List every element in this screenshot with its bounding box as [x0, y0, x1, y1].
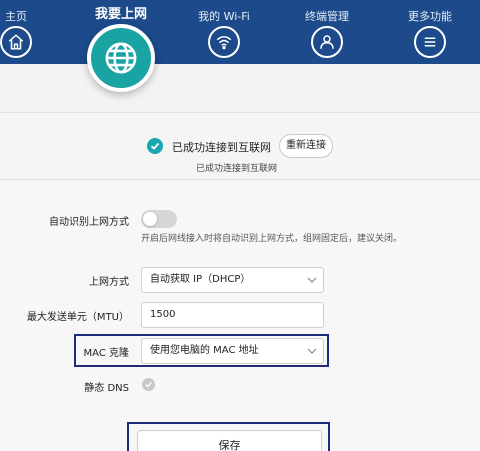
auto-detect-label: 自动识别上网方式 [49, 217, 129, 228]
wifi-icon [208, 26, 240, 58]
connection-status-panel: 已成功连接到互联网 重新连接 已成功连接到互联网 [0, 112, 480, 180]
static-dns-label: 静态 DNS [84, 383, 129, 394]
mtu-input[interactable]: 1500 [141, 302, 324, 328]
nav-home-label: 主页 [5, 10, 27, 23]
toggle-knob [143, 212, 157, 226]
nav-home[interactable]: 主页 [0, 0, 46, 64]
menu-icon [414, 26, 446, 58]
nav-devices-label: 终端管理 [305, 10, 349, 23]
auto-detect-toggle[interactable] [141, 210, 177, 228]
nav-internet-label: 我要上网 [94, 7, 147, 22]
chevron-down-icon [307, 348, 317, 354]
internet-settings-form: 自动识别上网方式 开启后网线接入时将自动识别上网方式，组网固定后，建议关闭。 上… [0, 181, 480, 451]
mtu-label: 最大发送单元（MTU） [26, 312, 129, 323]
wan-mode-label: 上网方式 [89, 277, 129, 288]
top-navigation: 主页 我要上网 我的 Wi-Fi 终端管理 更多功能 [0, 0, 480, 92]
nav-wifi[interactable]: 我的 Wi-Fi [194, 0, 254, 64]
connection-status-text: 已成功连接到互联网 [172, 141, 271, 154]
nav-more-label: 更多功能 [408, 10, 452, 23]
nav-internet[interactable]: 我要上网 [76, 0, 166, 110]
wan-mode-value: 自动获取 IP（DHCP） [150, 274, 251, 285]
chevron-down-icon [307, 277, 317, 283]
static-dns-checkbox[interactable] [142, 378, 155, 391]
save-button[interactable]: 保存 [137, 430, 322, 451]
user-icon [311, 26, 343, 58]
home-icon [0, 26, 32, 58]
mac-clone-select[interactable]: 使用您电脑的 MAC 地址 [141, 338, 324, 364]
mac-clone-label: MAC 克隆 [83, 348, 129, 359]
nav-more[interactable]: 更多功能 [400, 0, 460, 64]
globe-icon [87, 24, 155, 92]
reconnect-button[interactable]: 重新连接 [279, 134, 333, 158]
nav-devices[interactable]: 终端管理 [297, 0, 357, 64]
check-circle-icon [147, 138, 163, 154]
wan-mode-select[interactable]: 自动获取 IP（DHCP） [141, 267, 324, 293]
mac-clone-value: 使用您电脑的 MAC 地址 [150, 345, 259, 356]
auto-detect-hint: 开启后网线接入时将自动识别上网方式，组网固定后，建议关闭。 [141, 234, 403, 244]
mtu-value: 1500 [150, 309, 176, 320]
nav-wifi-label: 我的 Wi-Fi [198, 10, 250, 23]
connection-status-subtext: 已成功连接到互联网 [196, 164, 278, 174]
